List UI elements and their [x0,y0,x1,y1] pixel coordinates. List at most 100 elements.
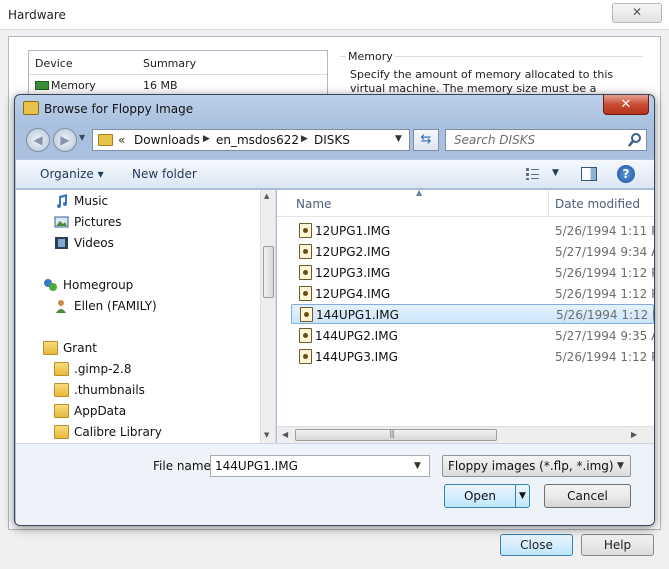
file-type-select[interactable]: Floppy images (*.flp, *.img) ▼ [442,455,631,477]
file-name-combobox: ▼ [210,455,430,477]
disk-image-file-icon [299,223,312,238]
file-type-dropdown-icon[interactable]: ▼ [617,461,624,471]
hardware-close-button[interactable]: Close [500,534,573,556]
breadcrumb-disks[interactable]: DISKS [314,133,350,147]
browse-floppy-dialog: Browse for Floppy Image ✕ ◀ ▶ ▼ « Downlo… [14,94,655,526]
new-folder-button[interactable]: New folder [132,167,197,181]
column-header-date-modified[interactable]: Date modified [555,197,640,211]
column-header-name[interactable]: Name [296,197,331,211]
folder-icon [54,404,69,418]
file-list-pane: ▲ Name Date modified 12UPG1.IMG 5/26/199… [277,190,654,443]
file-name-input[interactable] [211,456,409,476]
open-button-label: Open [463,489,497,503]
address-dropdown-icon[interactable]: ▼ [395,134,402,144]
nav-item-gimp[interactable]: .gimp-2.8 [16,360,260,380]
breadcrumb-downloads[interactable]: Downloads [134,133,200,147]
breadcrumb-chevron-icon[interactable]: ▶ [301,134,308,144]
address-bar[interactable]: « Downloads ▶ en_msdos622 ▶ DISKS ▼ [92,129,410,151]
nav-item-label: Ellen (FAMILY) [74,299,157,313]
file-row-selected[interactable]: 144UPG1.IMG 5/26/1994 1:12 PM [291,304,654,324]
preview-pane-icon[interactable] [581,167,597,181]
disk-image-file-icon [299,244,312,259]
view-options-dropdown-icon[interactable]: ▼ [552,168,559,178]
user-icon [56,300,66,313]
change-view-icon[interactable] [525,167,541,181]
file-row[interactable]: 12UPG2.IMG 5/27/1994 9:34 AM [291,242,654,262]
disk-image-file-icon [299,286,312,301]
hardware-list-header: Device Summary [29,51,327,75]
open-button[interactable]: Open ▼ [444,484,530,508]
organize-button[interactable]: Organize ▾ [40,167,104,181]
nav-item-thumbnails[interactable]: .thumbnails [16,381,260,401]
nav-scroll-thumb[interactable] [263,246,274,298]
file-name: 144UPG3.IMG [315,350,398,364]
scroll-right-arrow-icon[interactable]: ▶ [631,430,637,439]
hardware-col-device[interactable]: Device [35,57,73,70]
file-row[interactable]: 12UPG1.IMG 5/26/1994 1:11 PM [291,221,654,241]
scroll-down-arrow-icon[interactable]: ▼ [264,431,269,439]
music-icon [57,194,67,208]
hardware-col-summary[interactable]: Summary [143,57,196,70]
nav-item-videos[interactable]: Videos [16,234,260,254]
nav-item-label: Calibre Library [74,425,162,439]
column-separator[interactable] [548,190,549,217]
folder-icon [54,362,69,376]
file-name-dropdown-icon[interactable]: ▼ [414,461,421,471]
file-name: 12UPG1.IMG [315,224,391,238]
hardware-row-device[interactable]: Memory [51,79,96,92]
address-overflow[interactable]: « [118,133,125,147]
search-box [445,129,647,151]
nav-item-label: Videos [74,236,114,250]
nav-item-label: Grant [63,341,97,355]
cancel-button[interactable]: Cancel [544,484,631,508]
file-date: 5/27/1994 9:34 AM [555,245,654,259]
sort-ascending-icon: ▲ [416,190,423,197]
command-toolbar: Organize ▾ New folder ▼ ? [16,159,654,189]
file-name: 12UPG2.IMG [315,245,391,259]
file-list-horizontal-scrollbar[interactable]: ◀ ||| ▶ [277,426,654,443]
file-row[interactable]: 144UPG2.IMG 5/27/1994 9:35 AM [291,326,654,346]
breadcrumb-en-msdos622[interactable]: en_msdos622 [216,133,299,147]
search-icon[interactable] [627,132,643,148]
search-input[interactable] [446,130,624,150]
file-row[interactable]: 12UPG3.IMG 5/26/1994 1:12 PM [291,263,654,283]
disk-image-file-icon [300,307,313,322]
breadcrumb-chevron-icon[interactable]: ▶ [203,134,210,144]
file-name: 144UPG1.IMG [316,308,399,322]
nav-item-label: Music [74,194,109,208]
homegroup-icon [44,279,57,291]
file-list-header: ▲ Name Date modified [277,190,654,217]
refresh-icon[interactable]: ⇆ [413,129,439,151]
videos-icon [55,237,68,249]
dialog-close-icon[interactable]: ✕ [603,95,649,115]
help-icon[interactable]: ? [617,165,635,183]
file-row[interactable]: 144UPG3.IMG 5/26/1994 1:12 PM [291,347,654,367]
dialog-title: Browse for Floppy Image [44,102,194,116]
scroll-left-arrow-icon[interactable]: ◀ [282,430,288,439]
nav-item-calibre-library[interactable]: Calibre Library [16,423,260,443]
horizontal-scroll-thumb[interactable] [295,429,497,441]
nav-pane-scrollbar[interactable]: ▲ ▼ [260,190,275,443]
recent-locations-dropdown-icon[interactable]: ▼ [79,133,85,142]
disk-image-file-icon [299,265,312,280]
navigation-pane: Music Pictures Videos Homegroup Ellen (F… [16,190,276,443]
nav-item-homegroup[interactable]: Homegroup [16,276,260,296]
hardware-device-list: Device Summary Memory 16 MB [28,50,328,100]
nav-item-pictures[interactable]: Pictures [16,213,260,233]
nav-item-ellen-family[interactable]: Ellen (FAMILY) [16,297,260,317]
open-options-dropdown-icon[interactable]: ▼ [519,491,526,501]
nav-item-grant[interactable]: Grant [16,339,260,359]
scroll-up-arrow-icon[interactable]: ▲ [264,192,269,200]
user-folder-icon [43,341,58,355]
nav-item-appdata[interactable]: AppData [16,402,260,422]
file-row[interactable]: 12UPG4.IMG 5/26/1994 1:12 PM [291,284,654,304]
open-button-divider [515,485,516,507]
nav-item-label: .gimp-2.8 [74,362,132,376]
back-arrow-icon[interactable]: ◀ [26,128,50,152]
hardware-help-button[interactable]: Help [581,534,654,556]
nav-item-music[interactable]: Music [16,192,260,212]
hardware-close-icon[interactable]: ✕ [612,3,662,23]
memory-group-label: Memory [346,50,395,63]
forward-arrow-icon[interactable]: ▶ [53,128,77,152]
nav-item-label: .thumbnails [74,383,145,397]
